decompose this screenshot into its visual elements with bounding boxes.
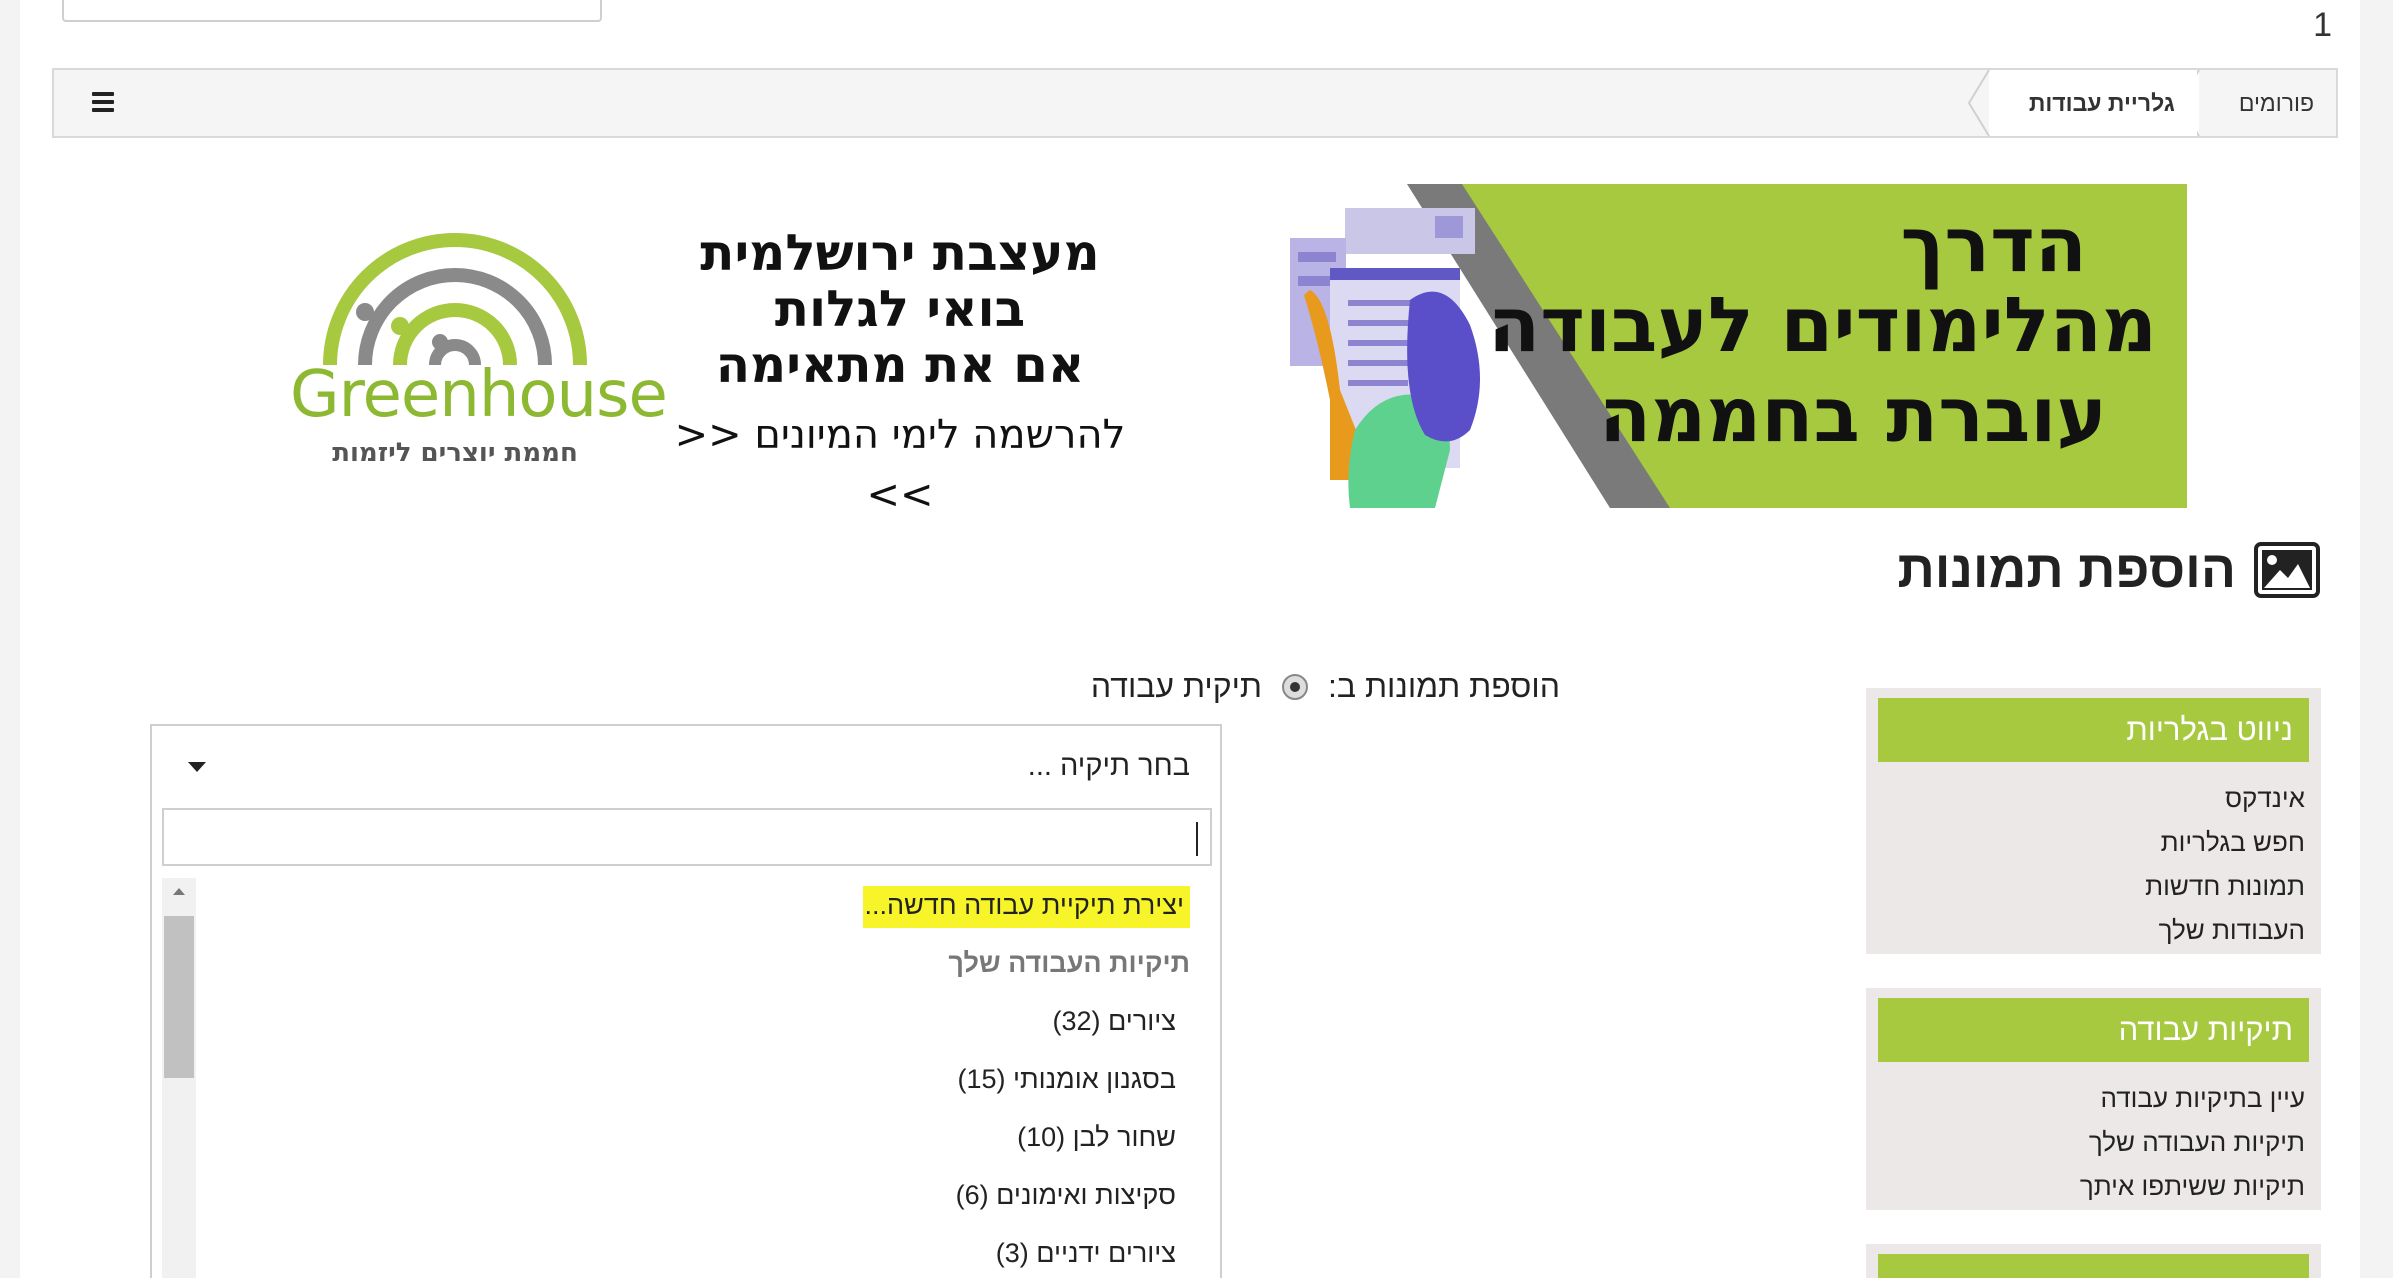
breadcrumb-bar: פורומים גלריית עבודות <box>52 68 2338 138</box>
banner-headline-1: הדרך <box>1900 200 2087 289</box>
dropdown-option[interactable]: סקיצות ואימונים (6) <box>212 1166 1202 1224</box>
dropdown-option[interactable]: שחור לבן (10) <box>212 1108 1202 1166</box>
rainbow-logo-icon <box>323 233 587 366</box>
sidebar-work-folders: תיקיות עבודה עיין בתיקיות עבודה תיקיות ה… <box>1866 988 2321 1210</box>
select-value: בחר תיקיה ... <box>1027 750 1190 782</box>
folder-dropdown: יצירת תיקיית עבודה חדשה... תיקיות העבודה… <box>150 806 1222 1278</box>
dropdown-options: יצירת תיקיית עבודה חדשה... תיקיות העבודה… <box>212 876 1202 1278</box>
page-number: 1 <box>2313 6 2332 44</box>
sidebar-block-title <box>1878 1254 2309 1278</box>
radio-work-folder[interactable] <box>1282 673 1309 700</box>
promo-line: בואי לגלות <box>774 280 1026 338</box>
option-label: יצירת תיקיית עבודה חדשה... <box>862 886 1190 928</box>
scroll-up-arrow-icon[interactable] <box>173 888 185 895</box>
breadcrumb-separator-icon <box>1967 70 1990 136</box>
hamburger-menu-icon[interactable] <box>86 88 120 118</box>
add-to-label: הוספת תמונות ב: <box>1328 668 1560 704</box>
sidebar-link-your-folders[interactable]: תיקיות העבודה שלך <box>1866 1120 2305 1164</box>
dropdown-option[interactable]: ציורים (32) <box>212 992 1202 1050</box>
banner-headline-3: עוברת בחממה <box>1599 370 2107 459</box>
logo-wordmark: Greenhouse <box>290 358 668 432</box>
promo-line: מעצבת ירושלמית <box>700 224 1100 282</box>
page-title: הוספת תמונות <box>1897 541 2236 599</box>
caret-down-icon <box>188 762 206 772</box>
sidebar-link-shared-folders[interactable]: תיקיות ששיתפו איתך <box>1866 1164 2305 1208</box>
breadcrumb-item-gallery[interactable]: גלריית עבודות <box>1967 70 2197 136</box>
add-to-row: הוספת תמונות ב: תיקית עבודה <box>1040 668 1560 705</box>
folder-select[interactable]: בחר תיקיה ... <box>150 724 1222 808</box>
sidebar-block-partial <box>1866 1244 2321 1278</box>
dropdown-search-input[interactable] <box>162 808 1212 866</box>
sidebar-links: אינדקס חפש בגלריות תמונות חדשות העבודות … <box>1866 762 2321 960</box>
dropdown-scrollbar[interactable] <box>162 878 196 1278</box>
option-group-label: תיקיות העבודה שלך <box>948 948 1190 978</box>
sidebar-link-search[interactable]: חפש בגלריות <box>1866 820 2305 864</box>
promo-text: מעצבת ירושלמית בואי לגלות אם את מתאימה >… <box>670 225 1130 525</box>
breadcrumb: פורומים גלריית עבודות <box>1967 70 2336 136</box>
page-heading: הוספת תמונות <box>1897 540 2320 600</box>
sidebar-link-new-images[interactable]: תמונות חדשות <box>1866 864 2305 908</box>
breadcrumb-item-forums[interactable]: פורומים <box>2177 70 2336 136</box>
sidebar-links: עיין בתיקיות עבודה תיקיות העבודה שלך תיק… <box>1866 1062 2321 1216</box>
text-cursor <box>1196 822 1198 856</box>
option-create-folder[interactable]: יצירת תיקיית עבודה חדשה... <box>212 876 1202 934</box>
promo-link-text[interactable]: >> להרשמה לימי המיונים << <box>670 405 1130 525</box>
logo-tagline: חממת יוצרים ליזמות <box>332 438 578 468</box>
page: 1 פורומים גלריית עבודות הדרך מהלימודים ל… <box>20 0 2360 1278</box>
promo-line: אם את מתאימה <box>715 336 1085 394</box>
breadcrumb-label: גלריית עבודות <box>2028 90 2175 116</box>
top-search-input[interactable] <box>62 0 602 22</box>
sidebar-block-title: תיקיות עבודה <box>1878 998 2309 1062</box>
image-icon <box>2254 542 2320 598</box>
breadcrumb-label: פורומים <box>2238 90 2314 116</box>
banner-headline-2: מהלימודים לעבודה <box>1487 280 2157 369</box>
dropdown-option[interactable]: ציורים ידניים (3) <box>212 1224 1202 1278</box>
dropdown-option[interactable]: בסגנון אומנותי (15) <box>212 1050 1202 1108</box>
sidebar-block-title: ניווט בגלריות <box>1878 698 2309 762</box>
sidebar-link-your-works[interactable]: העבודות שלך <box>1866 908 2305 952</box>
scroll-thumb[interactable] <box>164 916 194 1078</box>
greenhouse-logo: Greenhouse חממת יוצרים ליזמות <box>290 230 668 470</box>
sidebar-link-index[interactable]: אינדקס <box>1866 776 2305 820</box>
sidebar-gallery-nav: ניווט בגלריות אינדקס חפש בגלריות תמונות … <box>1866 688 2321 954</box>
sidebar-link-browse-folders[interactable]: עיין בתיקיות עבודה <box>1866 1076 2305 1120</box>
promo-banner[interactable]: הדרך מהלימודים לעבודה עוברת בחממה מעצבת … <box>230 180 2187 518</box>
radio-label[interactable]: תיקית עבודה <box>1091 668 1262 705</box>
